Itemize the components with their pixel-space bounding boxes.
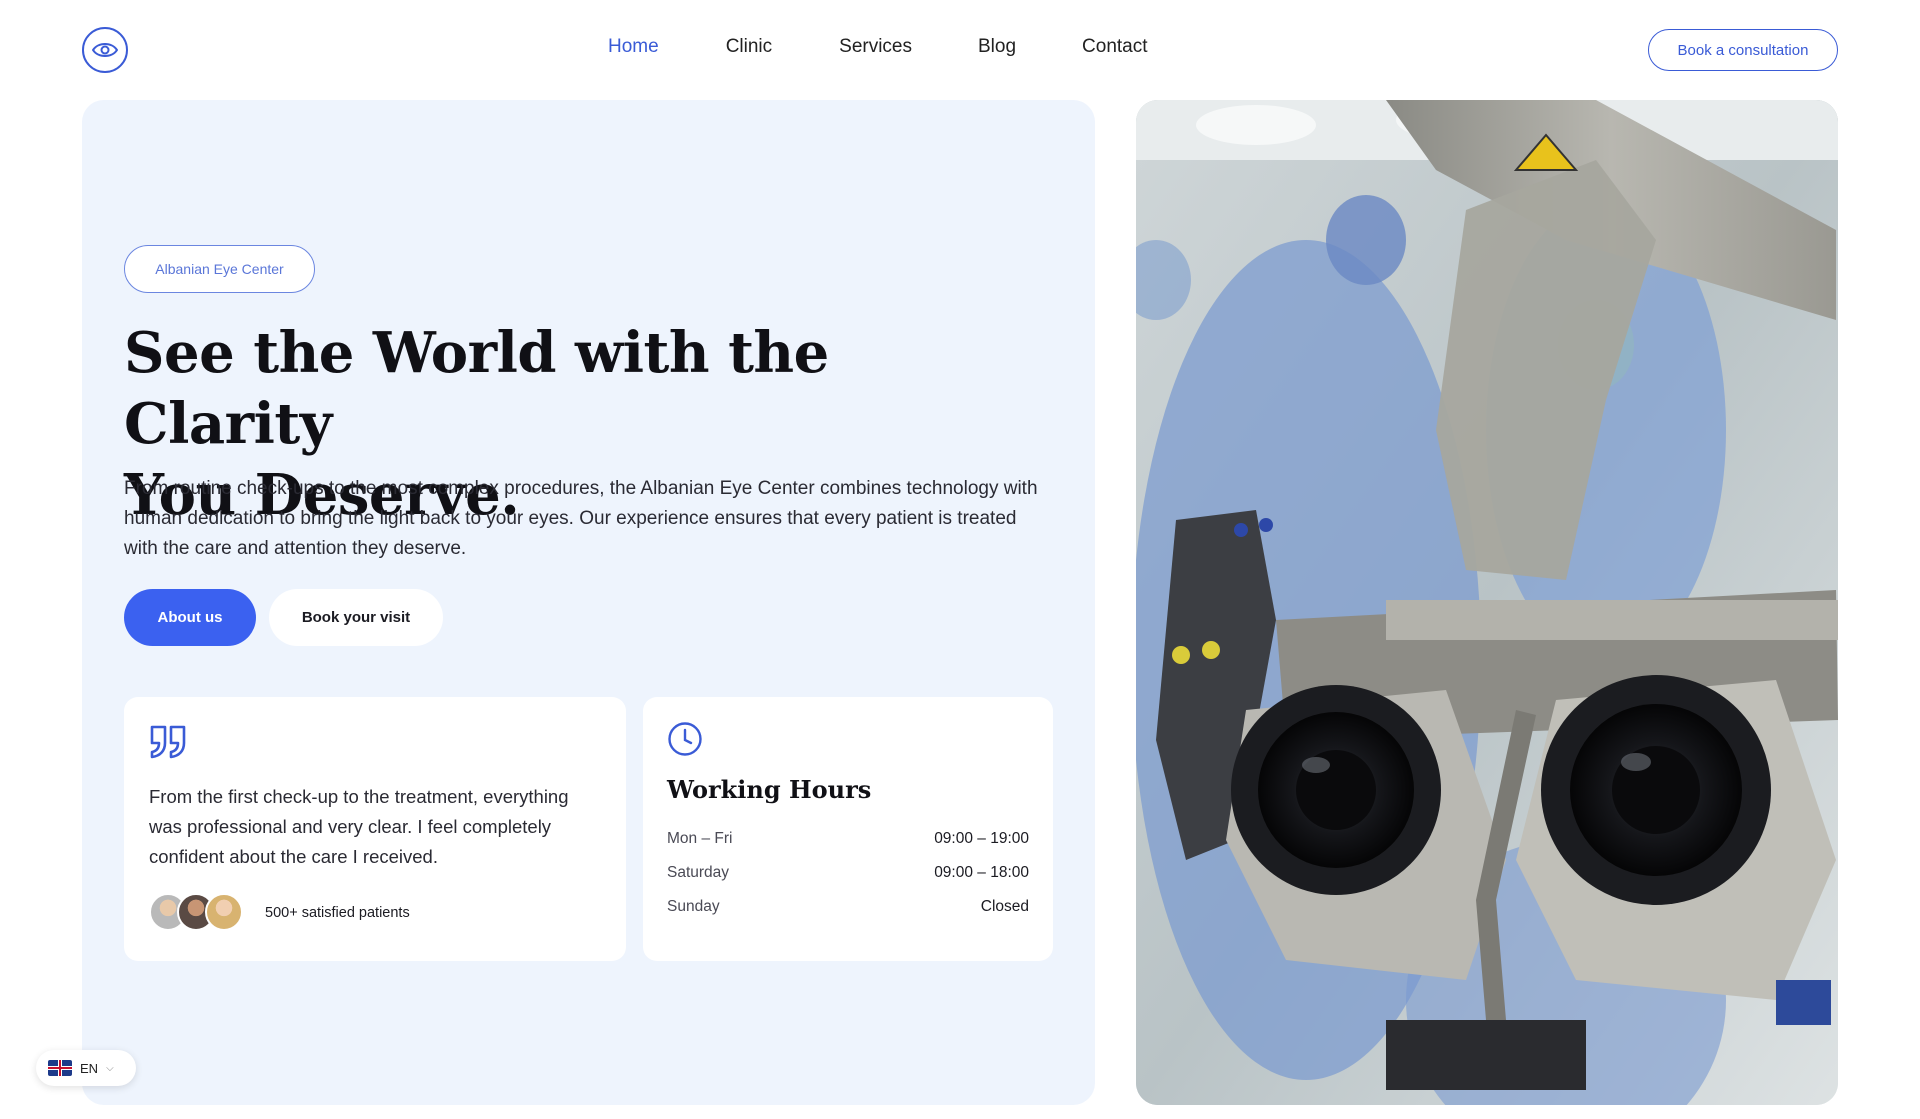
working-hours-card: Working Hours Mon – Fri 09:00 – 19:00 Sa…: [643, 697, 1053, 961]
hours-row: Sunday Closed: [667, 898, 1029, 916]
hero-photo: [1136, 100, 1838, 1105]
hours-row: Saturday 09:00 – 18:00: [667, 864, 1029, 882]
nav-blog[interactable]: Blog: [978, 36, 1016, 58]
clock-icon: [668, 722, 702, 756]
nav-contact[interactable]: Contact: [1082, 36, 1147, 58]
patients-count: 500+ satisfied patients: [265, 905, 410, 921]
about-us-button[interactable]: About us: [124, 589, 256, 646]
quote-icon: [150, 725, 186, 759]
hours-time: 09:00 – 19:00: [934, 830, 1029, 847]
testimonial-card: From the first check-up to the treatment…: [124, 697, 626, 961]
language-code: EN: [80, 1060, 99, 1076]
main-nav: Home Clinic Services Blog Contact: [608, 36, 1148, 58]
nav-home[interactable]: Home: [608, 36, 659, 58]
hours-time: Closed: [980, 898, 1029, 915]
working-hours-title: Working Hours: [667, 775, 872, 804]
avatar: [205, 893, 243, 931]
hours-day: Sunday: [667, 898, 720, 915]
tagline-badge: Albanian Eye Center: [124, 245, 315, 293]
hours-row: Mon – Fri 09:00 – 19:00: [667, 830, 1029, 848]
patient-avatars: [149, 893, 243, 931]
chevron-down-icon: ⌵: [106, 1062, 114, 1074]
hours-day: Saturday: [667, 864, 730, 881]
book-visit-button[interactable]: Book your visit: [269, 589, 443, 646]
nav-services[interactable]: Services: [839, 36, 912, 58]
book-consultation-button[interactable]: Book a consultation: [1648, 29, 1838, 71]
logo[interactable]: [82, 27, 128, 73]
testimonial-text: From the first check-up to the treatment…: [149, 786, 569, 867]
headline-line-1: See the World with the Clarity: [124, 320, 829, 457]
hero-description: From routine check-ups to the most compl…: [124, 478, 1038, 559]
language-switcher[interactable]: EN ⌵: [36, 1050, 136, 1086]
hours-time: 09:00 – 18:00: [934, 864, 1029, 881]
hours-day: Mon – Fri: [667, 830, 733, 847]
eye-icon: [92, 43, 118, 57]
uk-flag-icon: [48, 1060, 72, 1076]
nav-clinic[interactable]: Clinic: [726, 36, 772, 58]
